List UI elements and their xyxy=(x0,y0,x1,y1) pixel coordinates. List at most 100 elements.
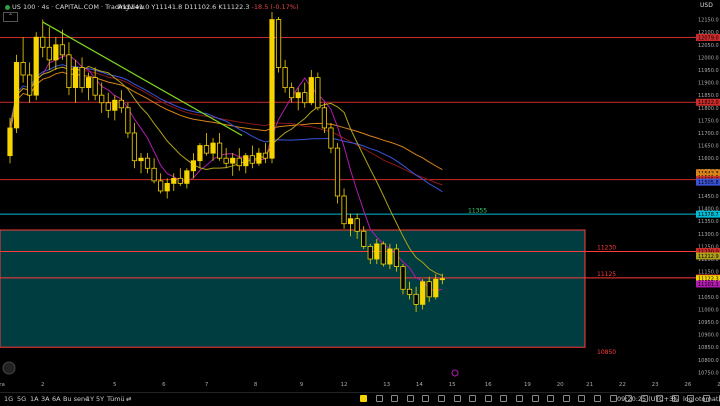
zone-label-mid: 11125 xyxy=(597,271,616,278)
range-6a[interactable]: 6A xyxy=(52,395,61,403)
price-badge-label: 11212.9 xyxy=(698,254,719,260)
tradingview-logo-icon xyxy=(2,361,16,375)
candle-body xyxy=(7,127,13,157)
candle-body xyxy=(72,67,79,89)
y-tick-label: 11750.0 xyxy=(698,118,719,124)
tool-icon[interactable] xyxy=(406,395,414,402)
candle-body xyxy=(92,77,98,96)
candle-body xyxy=(151,167,157,182)
x-tick-label: 5 xyxy=(113,382,117,388)
x-tick-label: 12 xyxy=(341,382,348,388)
tool-icon[interactable] xyxy=(547,395,555,402)
candle-body xyxy=(105,102,111,111)
x-tick-label: 26 xyxy=(684,382,691,388)
auto-toggle[interactable]: otomatik xyxy=(695,395,720,403)
candle-body xyxy=(367,246,373,260)
candle-body xyxy=(223,157,229,164)
candle-body xyxy=(27,74,33,96)
tool-icon[interactable] xyxy=(609,395,617,402)
tool-icon[interactable] xyxy=(515,395,523,402)
x-tick-label: 6 xyxy=(162,382,166,388)
y-tick-label: 12000.0 xyxy=(698,55,719,61)
range-3a[interactable]: 3A xyxy=(41,395,50,403)
tool-icon[interactable] xyxy=(593,395,601,402)
candle-body xyxy=(308,77,314,104)
candle-body xyxy=(426,281,432,298)
tool-icon[interactable] xyxy=(375,395,383,402)
y-tick-label: 11450.0 xyxy=(698,194,719,200)
tool-icon[interactable] xyxy=(453,395,461,402)
candle-body xyxy=(413,293,419,305)
tool-icon[interactable] xyxy=(484,395,492,402)
price-badge-label: 11101.1 xyxy=(698,282,719,288)
support-zone xyxy=(0,229,586,348)
y-tick-label: 11650.0 xyxy=(698,144,719,150)
candle-body xyxy=(33,36,39,96)
candle-body xyxy=(347,218,354,225)
candle-body xyxy=(420,281,426,305)
candle-body xyxy=(433,278,439,298)
range-1g[interactable]: 1G xyxy=(4,395,13,403)
ohlc-low: D11102.6 xyxy=(184,3,217,11)
candle-body xyxy=(315,77,321,109)
price-badge-label: 11822.0 xyxy=(698,100,719,106)
x-tick-label: 23 xyxy=(652,382,659,388)
candle-body xyxy=(144,157,151,169)
candle-body xyxy=(125,107,131,134)
x-tick-label: 8 xyxy=(254,382,258,388)
x-tick-label: 20 xyxy=(557,382,564,388)
candle-body xyxy=(289,87,295,99)
candle-body xyxy=(177,177,183,184)
candle-body xyxy=(230,157,236,164)
range-1a[interactable]: 1A xyxy=(30,395,39,403)
y-tick-label: 11600.0 xyxy=(698,156,719,162)
candle-body xyxy=(393,248,400,267)
y-tick-label: 11000.0 xyxy=(698,307,719,313)
candle-body xyxy=(406,288,413,295)
candle-body xyxy=(216,142,223,159)
x-tick-label: 22 xyxy=(619,382,626,388)
price-chart[interactable]: 1123011125108501135512150.012100.012050.… xyxy=(0,0,720,405)
candle-body xyxy=(20,62,26,76)
candle-body xyxy=(236,157,242,167)
candle-body xyxy=(249,155,255,164)
candle-body xyxy=(197,145,203,162)
ohlc-readout: A11141.0 Y11141.8 D11102.6 K11122.3 -18.… xyxy=(118,3,299,11)
compare-icon[interactable]: ⇄ xyxy=(126,395,131,403)
candle-body xyxy=(256,152,262,164)
candle-body xyxy=(361,230,367,247)
candle-body xyxy=(13,62,20,129)
candle-body xyxy=(295,92,301,99)
tool-icon[interactable] xyxy=(391,395,399,402)
candle-body xyxy=(334,147,341,197)
percent-toggle[interactable]: % xyxy=(672,395,678,403)
x-tick-label: 21 xyxy=(586,382,593,388)
tool-icon[interactable] xyxy=(578,395,586,402)
tool-icon[interactable] xyxy=(469,395,477,402)
chevron-up-icon[interactable]: ⌃ xyxy=(3,12,18,22)
range-5g[interactable]: 5G xyxy=(17,395,26,403)
price-badge-label: 11378.7 xyxy=(698,212,719,218)
market-status-icon xyxy=(5,4,10,10)
tool-icon[interactable] xyxy=(437,395,445,402)
x-tick-label: 7 xyxy=(205,382,209,388)
candle-body xyxy=(79,67,85,89)
range-5y[interactable]: 5Y xyxy=(96,395,104,403)
candle-body xyxy=(282,67,288,89)
price-badge-label: 11505.8 xyxy=(698,180,719,186)
candle-body xyxy=(374,243,380,260)
candle-body xyxy=(158,180,164,192)
tool-icon[interactable] xyxy=(500,395,508,402)
tool-icon[interactable] xyxy=(360,395,367,402)
tool-icon[interactable] xyxy=(531,395,539,402)
range-all[interactable]: Tümü xyxy=(107,395,125,403)
log-toggle[interactable]: log xyxy=(683,395,693,403)
tool-icon[interactable] xyxy=(562,395,570,402)
y-tick-label: 11950.0 xyxy=(698,68,719,74)
tool-icon[interactable] xyxy=(422,395,430,402)
range-1y[interactable]: 1Y xyxy=(86,395,94,403)
price-badge-label: 12079.0 xyxy=(698,35,719,41)
zone-label-bottom: 10850 xyxy=(597,349,616,356)
ohlc-close: K11122.3 xyxy=(218,3,250,11)
y-tick-label: 11700.0 xyxy=(698,131,719,137)
